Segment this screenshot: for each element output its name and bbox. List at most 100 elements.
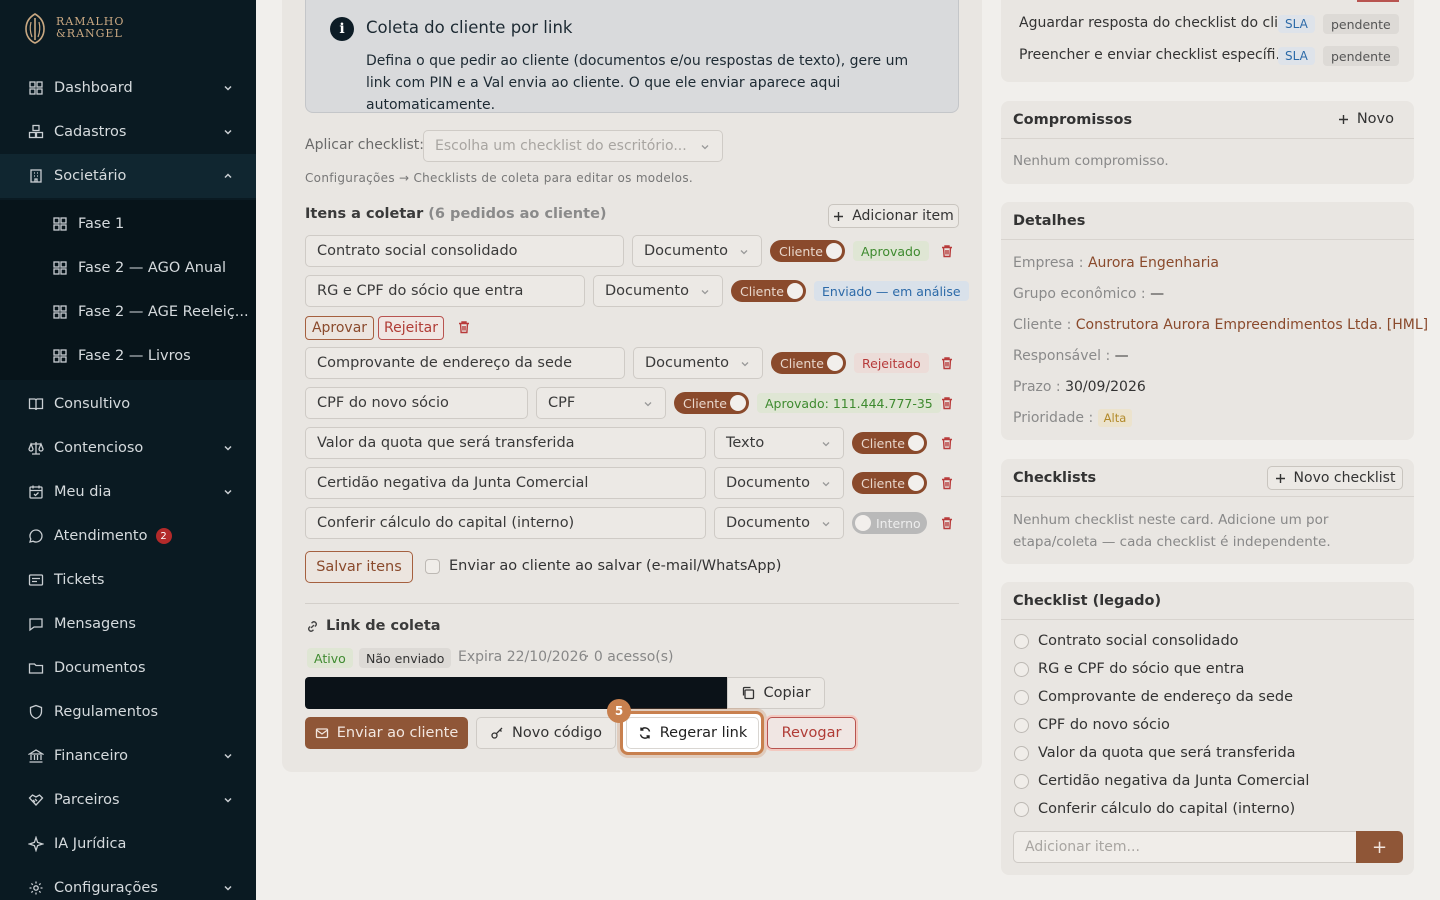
send-on-save-checkbox[interactable] — [425, 559, 440, 574]
sidebar-item-label: Mensagens — [54, 616, 136, 632]
legacy-checklist-item[interactable]: CPF do novo sócio — [1014, 717, 1170, 733]
checklist-select[interactable]: Escolha um checklist do escritório... — [423, 130, 723, 162]
sidebar-item-contencioso[interactable]: Contencioso — [0, 426, 256, 470]
new-compromisso-button[interactable]: Novo — [1338, 107, 1394, 131]
legacy-checklist-item[interactable]: RG e CPF do sócio que entra — [1014, 661, 1244, 677]
checklist-item-label: Valor da quota que será transferida — [1038, 745, 1296, 761]
legacy-checklist-item[interactable]: Certidão negativa da Junta Comercial — [1014, 773, 1309, 789]
item-name-input[interactable]: Valor da quota que será transferida — [305, 427, 706, 459]
sidebar-item-documentos[interactable]: Documentos — [0, 646, 256, 690]
item-type-select[interactable]: CPF — [536, 387, 666, 419]
checkbox[interactable] — [1014, 717, 1029, 733]
sidebar-subitem-fase1[interactable]: Fase 1 — [0, 202, 256, 246]
detail-label: Empresa : — [1013, 255, 1084, 271]
legacy-checklist-item[interactable]: Contrato social consolidado — [1014, 633, 1239, 649]
revoke-link-button[interactable]: Revogar — [767, 717, 856, 749]
regenerate-link-button[interactable]: Regerar link — [626, 717, 759, 749]
detail-label: Prazo : — [1013, 379, 1061, 395]
new-code-button[interactable]: Novo código — [476, 717, 616, 749]
sidebar-item-regulamentos[interactable]: Regulamentos — [0, 690, 256, 734]
send-to-client-button[interactable]: Enviar ao cliente — [305, 717, 468, 749]
item-type-select[interactable]: Documento — [633, 347, 763, 379]
item-name-input[interactable]: Contrato social consolidado — [305, 235, 624, 267]
trash-icon[interactable] — [940, 436, 954, 450]
sidebar-item-consultivo[interactable]: Consultivo — [0, 382, 256, 426]
item-type-select[interactable]: Documento — [593, 275, 723, 307]
item-audience-toggle[interactable]: Cliente — [852, 472, 927, 494]
detail-value-cliente[interactable]: Construtora Aurora Empreendimentos Ltda.… — [1076, 317, 1428, 333]
sidebar-item-ia-juridica[interactable]: IA Jurídica — [0, 822, 256, 866]
checkbox[interactable] — [1014, 661, 1029, 677]
divider — [1001, 138, 1414, 139]
detail-value-grupo: — — [1150, 286, 1165, 302]
item-audience-toggle[interactable]: Cliente — [771, 352, 846, 374]
legacy-checklist-item[interactable]: Comprovante de endereço da sede — [1014, 689, 1293, 705]
item-type-select[interactable]: Documento — [632, 235, 762, 267]
sidebar-item-financeiro[interactable]: Financeiro — [0, 734, 256, 778]
add-item-button[interactable]: Adicionar item — [828, 204, 959, 228]
task-text[interactable]: Preencher e enviar checklist específi... — [1019, 47, 1289, 63]
save-items-button[interactable]: Salvar itens — [305, 551, 413, 583]
sidebar-item-mensagens[interactable]: Mensagens — [0, 602, 256, 646]
sidebar-item-cadastros[interactable]: Cadastros — [0, 110, 256, 154]
sidebar-item-dashboard[interactable]: Dashboard — [0, 66, 256, 110]
sidebar-item-label: Tickets — [54, 572, 105, 588]
copy-link-button[interactable]: Copiar — [727, 677, 825, 709]
item-name-input[interactable]: RG e CPF do sócio que entra — [305, 275, 585, 307]
compromissos-empty: Nenhum compromisso. — [1013, 153, 1169, 169]
sidebar-subitem-fase2-livros[interactable]: Fase 2 — Livros — [0, 334, 256, 378]
new-checklist-button[interactable]: Novo checklist — [1267, 466, 1403, 490]
status-badge-active: Ativo — [307, 648, 353, 668]
task-text[interactable]: Aguardar resposta do checklist do cli... — [1019, 15, 1291, 31]
sidebar-item-parceiros[interactable]: Parceiros — [0, 778, 256, 822]
trash-icon[interactable] — [940, 476, 954, 490]
sla-badge: SLA — [1278, 15, 1315, 33]
sidebar-item-label: Contencioso — [54, 440, 144, 456]
trash-icon[interactable] — [940, 356, 954, 370]
trash-icon[interactable] — [940, 396, 954, 410]
checkbox[interactable] — [1014, 745, 1029, 761]
add-checklist-item-input[interactable]: Adicionar item... — [1013, 831, 1357, 863]
legacy-checklist-item[interactable]: Conferir cálculo do capital (interno) — [1014, 801, 1295, 817]
sidebar-item-atendimento[interactable]: Atendimento 2 — [0, 514, 256, 558]
legacy-checklist-item[interactable]: Valor da quota que será transferida — [1014, 745, 1296, 761]
item-name-input[interactable]: CPF do novo sócio — [305, 387, 528, 419]
item-audience-toggle[interactable]: Cliente — [674, 392, 749, 414]
reject-button[interactable]: Rejeitar — [378, 316, 444, 340]
sidebar-item-configuracoes[interactable]: Configurações — [0, 866, 256, 900]
item-name-input[interactable]: Certidão negativa da Junta Comercial — [305, 467, 706, 499]
checkbox[interactable] — [1014, 633, 1029, 649]
sidebar-subitem-fase2-age[interactable]: Fase 2 — AGE Reeleiç... — [0, 290, 256, 334]
link-url-field[interactable] — [305, 677, 727, 709]
item-type-select[interactable]: Documento — [714, 467, 844, 499]
item-audience-toggle[interactable]: Interno — [852, 512, 927, 534]
item-type-value: CPF — [548, 395, 576, 411]
checkbox[interactable] — [1014, 773, 1029, 789]
item-name-input[interactable]: Conferir cálculo do capital (interno) — [305, 507, 706, 539]
trash-icon[interactable] — [457, 320, 471, 334]
tutorial-step-badge: 5 — [607, 699, 631, 723]
item-type-select[interactable]: Documento — [714, 507, 844, 539]
trash-icon[interactable] — [940, 516, 954, 530]
item-audience-toggle[interactable]: Cliente — [770, 240, 845, 262]
item-name-input[interactable]: Comprovante de endereço da sede — [305, 347, 625, 379]
approve-button[interactable]: Aprovar — [305, 316, 374, 340]
checkbox[interactable] — [1014, 801, 1029, 817]
item-type-select[interactable]: Texto — [714, 427, 844, 459]
sidebar-item-societario[interactable]: Societário — [0, 154, 256, 198]
sidebar-subitem-fase2-ago[interactable]: Fase 2 — AGO Anual — [0, 246, 256, 290]
trash-icon[interactable] — [940, 244, 954, 258]
add-checklist-item-button[interactable]: + — [1356, 831, 1403, 863]
sparkle-icon — [28, 836, 44, 852]
detail-value-empresa[interactable]: Aurora Engenharia — [1088, 255, 1219, 271]
shield-icon — [28, 704, 44, 720]
sidebar-item-tickets[interactable]: Tickets — [0, 558, 256, 602]
checkbox[interactable] — [1014, 689, 1029, 705]
link-icon — [308, 620, 317, 632]
item-audience-toggle[interactable]: Cliente — [731, 280, 806, 302]
logo[interactable]: RAMALHO &RANGEL — [22, 12, 124, 44]
sidebar-item-meu-dia[interactable]: Meu dia — [0, 470, 256, 514]
item-audience-toggle[interactable]: Cliente — [852, 432, 927, 454]
compromissos-title: Compromissos — [1013, 112, 1133, 128]
sla-badge: SLA — [1278, 47, 1315, 65]
